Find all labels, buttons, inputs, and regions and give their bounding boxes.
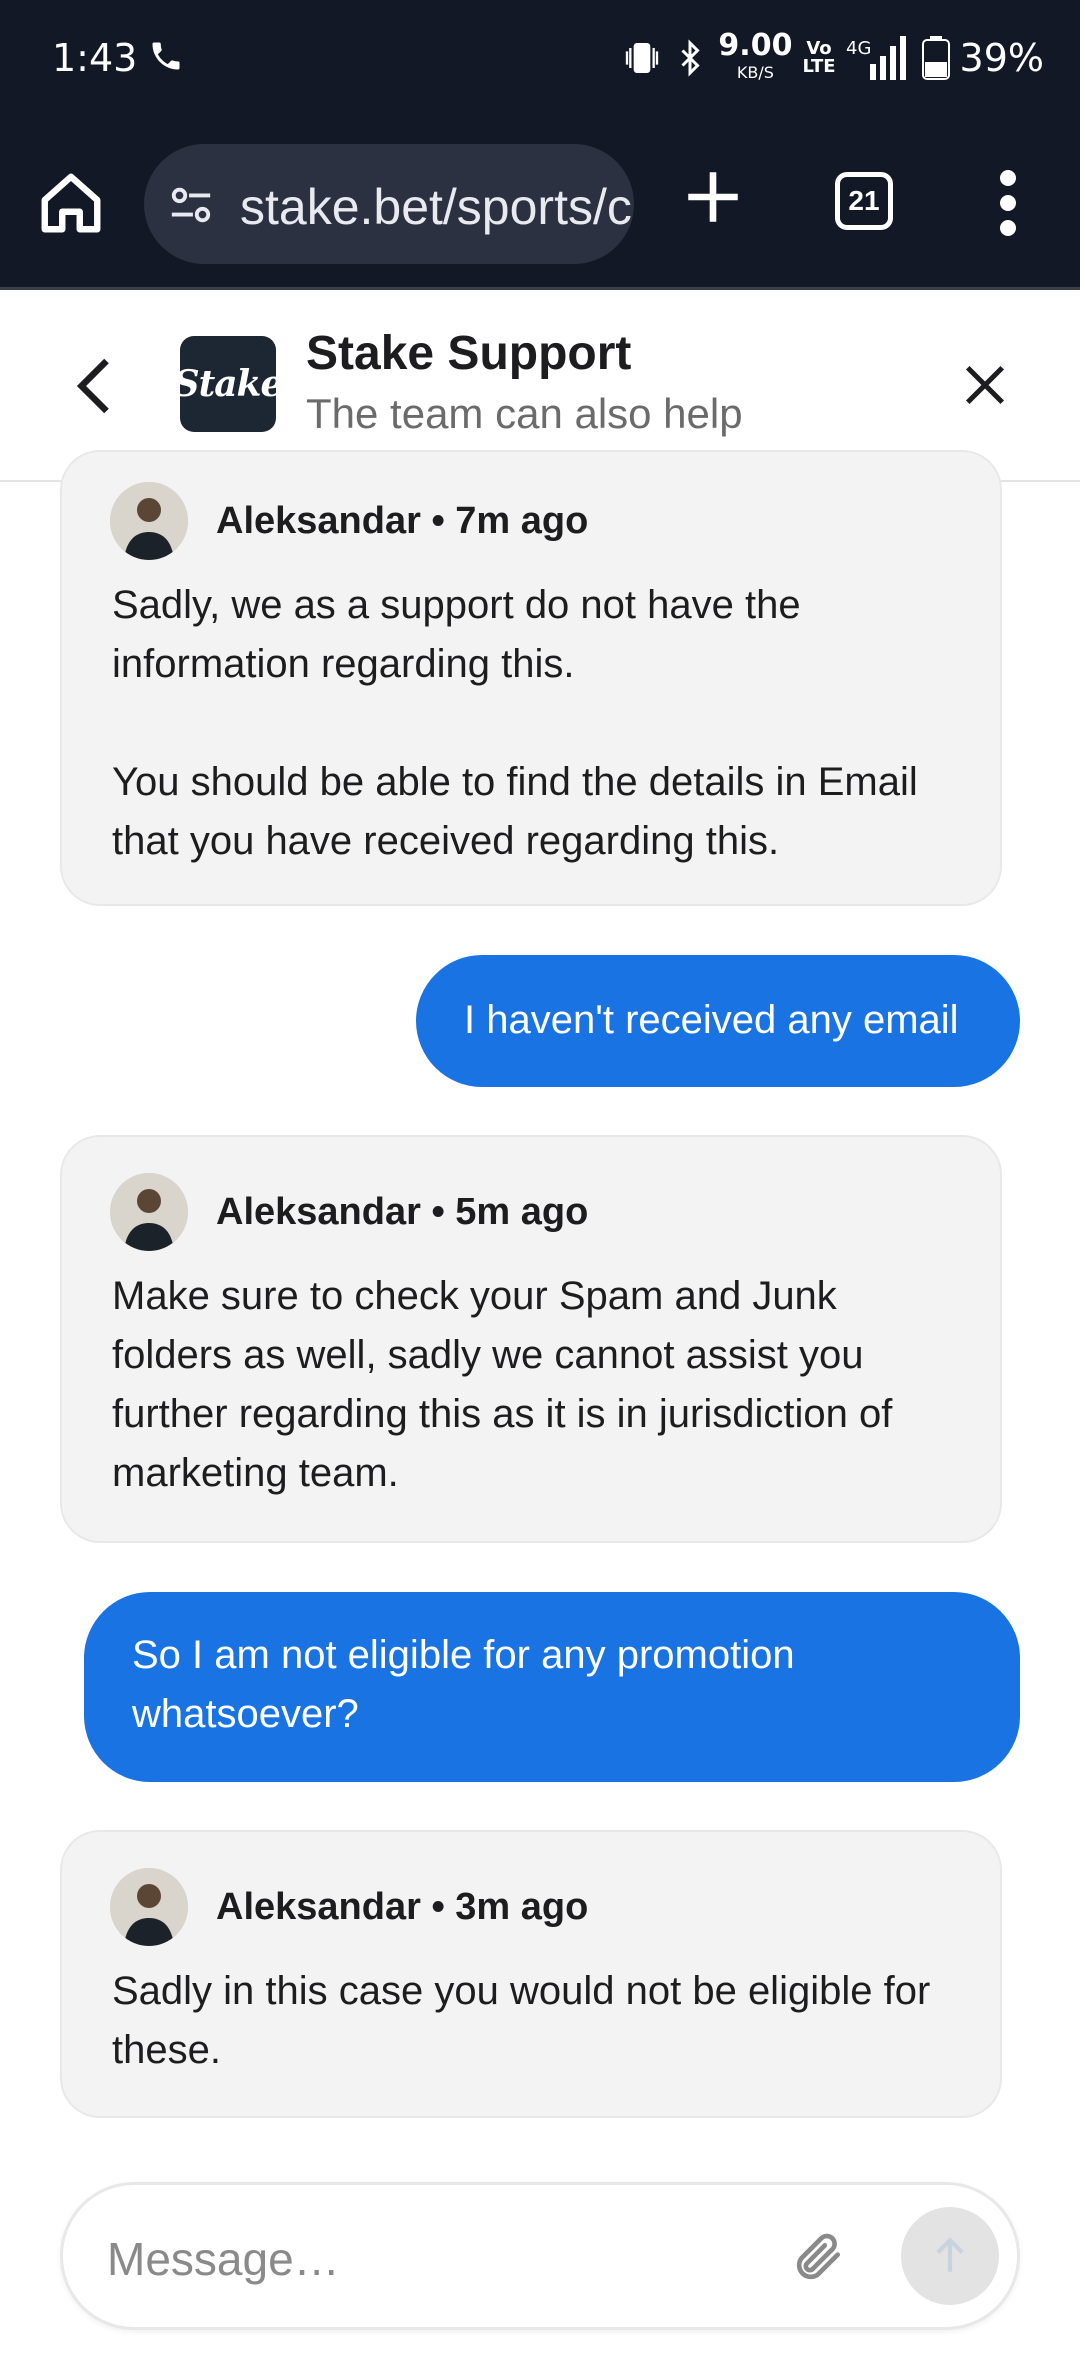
status-bar: 1:43 9.00 KB/S Vo LTE 4G 39% <box>0 0 1080 120</box>
phone-call-icon <box>152 42 180 70</box>
new-tab-icon[interactable] <box>680 164 746 230</box>
url-text[interactable]: stake.bet/sports/c <box>240 178 632 236</box>
user-message: So I am not eligible for any promotion w… <box>84 1592 1020 1782</box>
volte-indicator: Vo LTE <box>802 38 836 77</box>
agent-message: Aleksandar • 3m ago Sadly in this case y… <box>60 1830 1002 2118</box>
agent-name-time: Aleksandar • 7m ago <box>216 499 589 542</box>
agent-name-time: Aleksandar • 5m ago <box>216 1190 589 1233</box>
agent-message-header: Aleksandar • 7m ago <box>110 482 588 560</box>
vibrate-icon <box>626 43 659 73</box>
agent-message-text: Sadly, we as a support do not have the i… <box>112 583 918 863</box>
more-menu-icon[interactable] <box>988 168 1028 238</box>
agent-avatar <box>110 1173 188 1251</box>
close-icon[interactable] <box>962 362 1008 408</box>
user-message-text: I haven't received any email <box>464 998 959 1042</box>
user-message: I haven't received any email <box>416 955 1020 1087</box>
back-arrow-icon[interactable] <box>70 356 118 416</box>
browser-toolbar: stake.bet/sports/c 21 <box>0 120 1080 290</box>
agent-avatar <box>110 482 188 560</box>
agent-name-time: Aleksandar • 3m ago <box>216 1885 589 1928</box>
status-time: 1:43 <box>52 36 138 80</box>
battery-icon <box>921 36 950 80</box>
bluetooth-icon <box>681 39 701 77</box>
network-speed: 9.00 KB/S <box>718 27 793 82</box>
agent-message-header: Aleksandar • 3m ago <box>110 1868 588 1946</box>
battery-percent: 39% <box>959 36 1044 80</box>
user-message-text: So I am not eligible for any promotion w… <box>132 1633 795 1736</box>
send-button[interactable] <box>901 2207 999 2305</box>
agent-message: Aleksandar • 5m ago Make sure to check y… <box>60 1135 1002 1543</box>
agent-message-header: Aleksandar • 5m ago <box>110 1173 588 1251</box>
status-icons: 9.00 KB/S Vo LTE 4G 39% <box>622 30 1044 86</box>
tab-switcher-button[interactable]: 21 <box>835 172 893 230</box>
agent-message: Aleksandar • 7m ago Sadly, we as a suppo… <box>60 450 1002 906</box>
stake-logo: Stake <box>174 336 283 432</box>
chat-subtitle: The team can also help <box>306 390 743 437</box>
network-type-label: 4G <box>846 38 871 59</box>
send-arrow-icon <box>936 2237 964 2272</box>
site-settings-icon[interactable] <box>168 182 214 228</box>
chat-title: Stake Support <box>306 327 632 380</box>
address-bar[interactable]: stake.bet/sports/c <box>144 144 634 264</box>
attachment-icon[interactable] <box>791 2229 847 2285</box>
agent-message-text: Make sure to check your Spam and Junk fo… <box>112 1274 893 1495</box>
message-input[interactable] <box>107 2221 787 2297</box>
signal-icon: 4G <box>846 36 906 80</box>
agent-message-text: Sadly in this case you would not be elig… <box>112 1969 931 2072</box>
home-icon[interactable] <box>36 168 106 238</box>
message-composer <box>60 2182 1020 2330</box>
agent-avatar <box>110 1868 188 1946</box>
